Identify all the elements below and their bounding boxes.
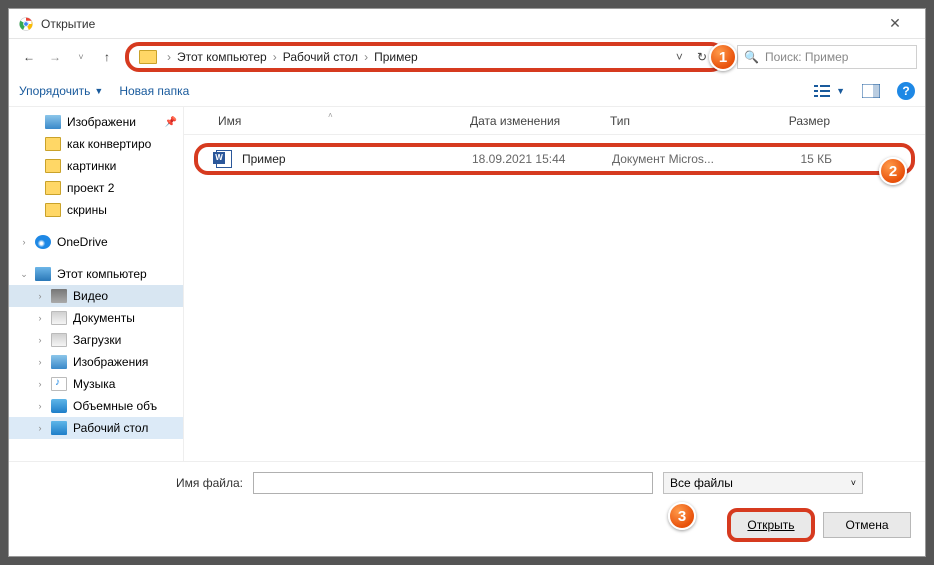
organize-button[interactable]: Упорядочить [19, 84, 90, 98]
sidebar-item-project2[interactable]: проект 2 [9, 177, 183, 199]
chevron-down-icon: ˅ [851, 478, 856, 488]
column-type[interactable]: Тип [610, 114, 760, 128]
column-headers: Имя˄ Дата изменения Тип Размер [184, 107, 925, 135]
chevron-right-icon: › [269, 50, 281, 64]
column-size[interactable]: Размер [760, 114, 850, 128]
sidebar-item-images[interactable]: ›Изображения [9, 351, 183, 373]
file-date: 18.09.2021 15:44 [472, 152, 612, 166]
sidebar: Изображени📌 как конвертиро картинки прое… [9, 107, 184, 461]
column-date[interactable]: Дата изменения [470, 114, 610, 128]
address-dropdown-icon[interactable]: ˅ [668, 50, 691, 64]
up-button[interactable]: ↑ [95, 45, 119, 69]
annotation-badge-2: 2 [879, 157, 907, 185]
recent-dropdown[interactable]: ˅ [69, 45, 93, 69]
help-icon[interactable]: ? [897, 82, 915, 100]
toolbar: Упорядочить ▼ Новая папка ▼ ? [9, 75, 925, 107]
annotation-badge-1: 1 [709, 43, 737, 71]
file-open-dialog: Открытие ✕ ← → ˅ ↑ › Этот компьютер › Ра… [8, 8, 926, 557]
chevron-right-icon: › [360, 50, 372, 64]
word-doc-icon [216, 150, 232, 168]
chevron-down-icon[interactable]: ▼ [94, 86, 103, 96]
sidebar-item-convert[interactable]: как конвертиро [9, 133, 183, 155]
close-icon[interactable]: ✕ [875, 15, 915, 32]
bottom-panel: Имя файла: Все файлы ˅ 3 Открыть Отмена [9, 461, 925, 556]
sidebar-item-pictures[interactable]: картинки [9, 155, 183, 177]
file-type: Документ Micros... [612, 152, 762, 166]
breadcrumb-pc[interactable]: Этот компьютер [175, 50, 269, 64]
sort-asc-icon: ˄ [328, 111, 333, 120]
forward-button: → [43, 45, 67, 69]
file-size: 15 КБ [762, 152, 832, 166]
sidebar-item-3d[interactable]: ›Объемные объ [9, 395, 183, 417]
search-placeholder: Поиск: Пример [765, 50, 849, 64]
new-folder-button[interactable]: Новая папка [119, 84, 189, 98]
sidebar-item-onedrive[interactable]: ›OneDrive [9, 231, 183, 253]
nav-row: ← → ˅ ↑ › Этот компьютер › Рабочий стол … [9, 39, 925, 75]
sidebar-item-images-qa[interactable]: Изображени📌 [9, 111, 183, 133]
file-row[interactable]: Пример 18.09.2021 15:44 Документ Micros.… [194, 143, 915, 175]
file-name: Пример [242, 152, 472, 166]
sidebar-item-desktop[interactable]: ›Рабочий стол [9, 417, 183, 439]
sidebar-item-screens[interactable]: скрины [9, 199, 183, 221]
search-input[interactable]: 🔍 Поиск: Пример [737, 45, 917, 69]
sidebar-item-music[interactable]: ›Музыка [9, 373, 183, 395]
file-pane: Имя˄ Дата изменения Тип Размер Пример 18… [184, 107, 925, 461]
sidebar-item-downloads[interactable]: ›Загрузки [9, 329, 183, 351]
chevron-right-icon: › [163, 50, 175, 64]
filename-input[interactable] [253, 472, 653, 494]
sidebar-item-documents[interactable]: ›Документы [9, 307, 183, 329]
search-icon: 🔍 [744, 50, 759, 64]
sidebar-item-this-pc[interactable]: ⌄Этот компьютер [9, 263, 183, 285]
pin-icon: 📌 [165, 117, 177, 128]
chrome-icon [19, 17, 33, 31]
cancel-button[interactable]: Отмена [823, 512, 911, 538]
filename-label: Имя файла: [23, 476, 243, 490]
annotation-badge-3: 3 [668, 502, 696, 530]
window-title: Открытие [41, 17, 875, 31]
folder-icon [139, 50, 157, 64]
back-button[interactable]: ← [17, 45, 41, 69]
titlebar: Открытие ✕ [9, 9, 925, 39]
open-button[interactable]: Открыть [727, 508, 815, 542]
sidebar-item-video[interactable]: ›Видео [9, 285, 183, 307]
view-mode-button[interactable] [812, 81, 832, 101]
breadcrumb-desktop[interactable]: Рабочий стол [281, 50, 360, 64]
preview-pane-button[interactable] [861, 81, 881, 101]
breadcrumb-folder[interactable]: Пример [372, 50, 420, 64]
column-name[interactable]: Имя˄ [218, 114, 470, 128]
chevron-down-icon[interactable]: ▼ [836, 86, 845, 96]
open-button-label: Открыть [747, 518, 794, 532]
file-type-filter[interactable]: Все файлы ˅ [663, 472, 863, 494]
body: Изображени📌 как конвертиро картинки прое… [9, 107, 925, 461]
address-bar[interactable]: › Этот компьютер › Рабочий стол › Пример… [125, 42, 725, 72]
